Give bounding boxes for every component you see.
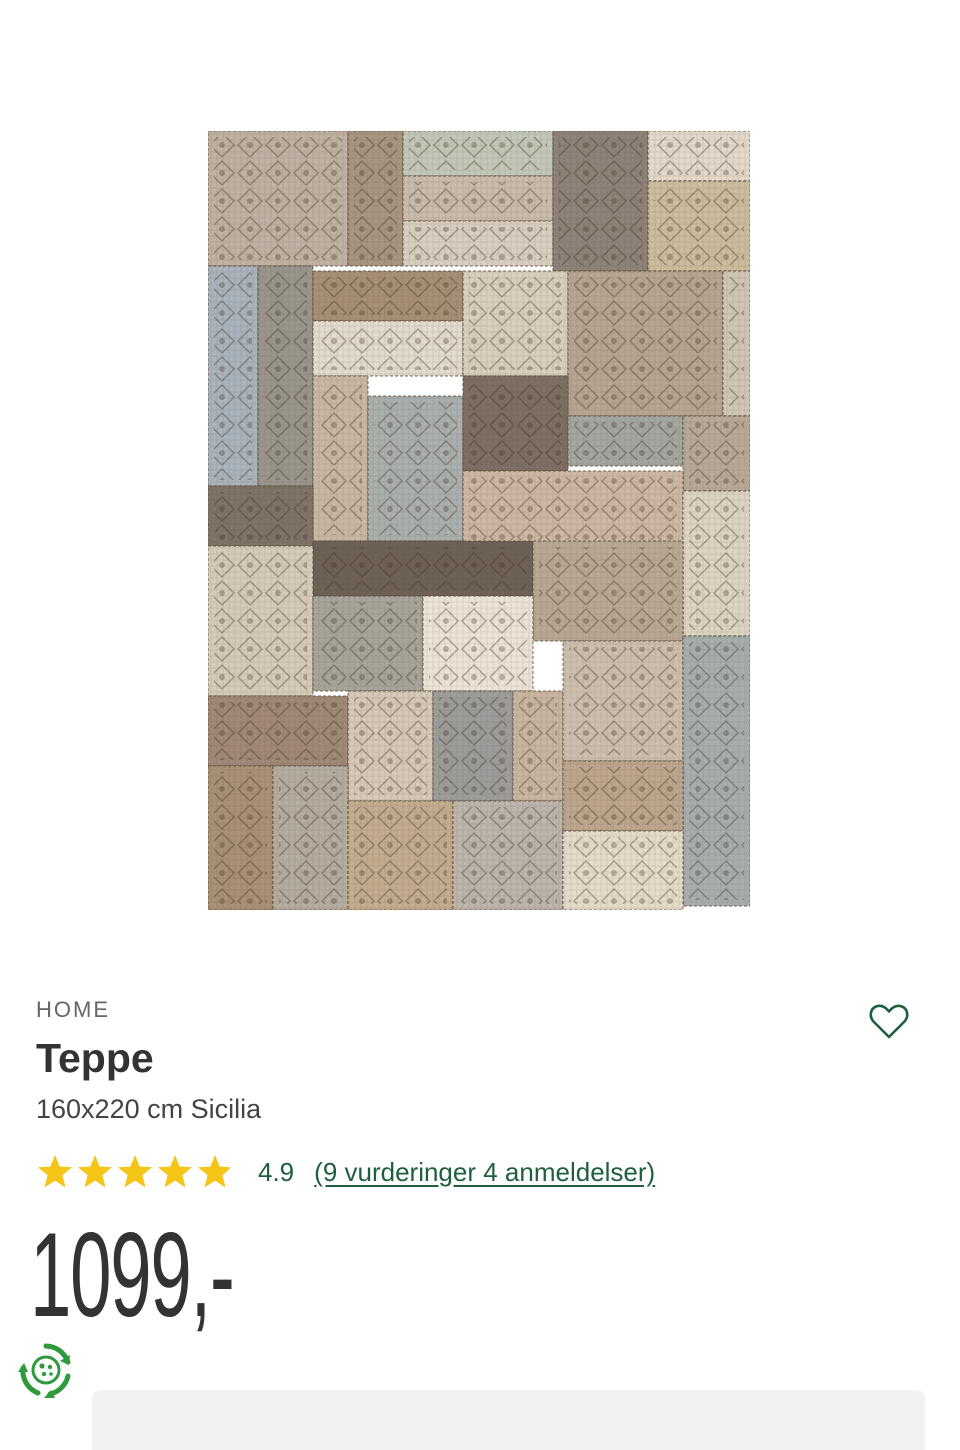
- recycle-eco-icon: [18, 1343, 71, 1398]
- rug-patch: [312, 540, 534, 597]
- rug-patch: [567, 270, 724, 417]
- rug-patch: [272, 765, 349, 910]
- rug-patch: [682, 635, 750, 907]
- rug-patch: [462, 470, 684, 547]
- rug-patch: [452, 800, 564, 910]
- rug-patch: [312, 270, 464, 322]
- rug-patch: [257, 265, 314, 487]
- rug-patch: [682, 490, 750, 637]
- rug-patch: [347, 800, 454, 910]
- rug-patch: [208, 545, 314, 697]
- product-subtitle: 160x220 cm Sicilia: [36, 1094, 262, 1124]
- favorite-button[interactable]: [866, 998, 912, 1044]
- rug-patch: [512, 690, 564, 802]
- rug-patch: [402, 131, 554, 177]
- rug-patch: [312, 595, 424, 692]
- product-price: 1099,-: [30, 1208, 235, 1342]
- rug-patch: [682, 415, 750, 492]
- rug-patch: [647, 180, 750, 272]
- rug-patch: [208, 131, 349, 267]
- rug-patch: [208, 265, 259, 487]
- product-image[interactable]: [208, 131, 750, 910]
- rug-patch: [562, 830, 684, 910]
- rug-patch: [432, 690, 514, 802]
- rug-patch: [462, 270, 569, 377]
- star-icon: [198, 1155, 232, 1188]
- product-title: Teppe: [36, 1035, 154, 1081]
- rating-value: 4.9: [258, 1156, 295, 1187]
- rug-patch: [312, 320, 464, 377]
- rug-patch: [562, 760, 684, 832]
- rug-patch: [402, 220, 554, 267]
- rug-patch: [208, 485, 314, 547]
- bottom-panel: [92, 1390, 925, 1450]
- star-icon: [38, 1155, 72, 1188]
- rug-patch: [532, 540, 684, 642]
- reviews-link[interactable]: (9 vurderinger 4 anmeldelser): [314, 1157, 655, 1188]
- star-icon: [158, 1155, 192, 1188]
- rug-patchwork-image: [208, 131, 750, 910]
- heart-outline-icon: [869, 1004, 909, 1039]
- rug-patch: [312, 375, 369, 542]
- rug-patch: [647, 131, 750, 182]
- rug-patch: [208, 765, 274, 910]
- rug-patch: [402, 175, 554, 222]
- eco-badge[interactable]: [14, 1338, 78, 1402]
- product-brand[interactable]: HOME: [36, 997, 110, 1023]
- rug-patch: [562, 640, 684, 762]
- star-icon: [78, 1155, 112, 1188]
- rug-patch: [347, 690, 434, 802]
- rug-patch: [552, 131, 649, 272]
- rug-patch: [567, 415, 684, 467]
- rating-row: 4.9 (9 vurderinger 4 anmeldelser): [36, 1150, 655, 1194]
- rug-patch: [347, 131, 404, 267]
- rug-patch: [367, 395, 464, 542]
- rug-patch: [722, 270, 750, 417]
- rating-stars: [36, 1153, 234, 1191]
- star-icon: [118, 1155, 152, 1188]
- rug-patch: [422, 595, 534, 692]
- rug-patch: [462, 375, 569, 472]
- rug-patch: [208, 695, 349, 767]
